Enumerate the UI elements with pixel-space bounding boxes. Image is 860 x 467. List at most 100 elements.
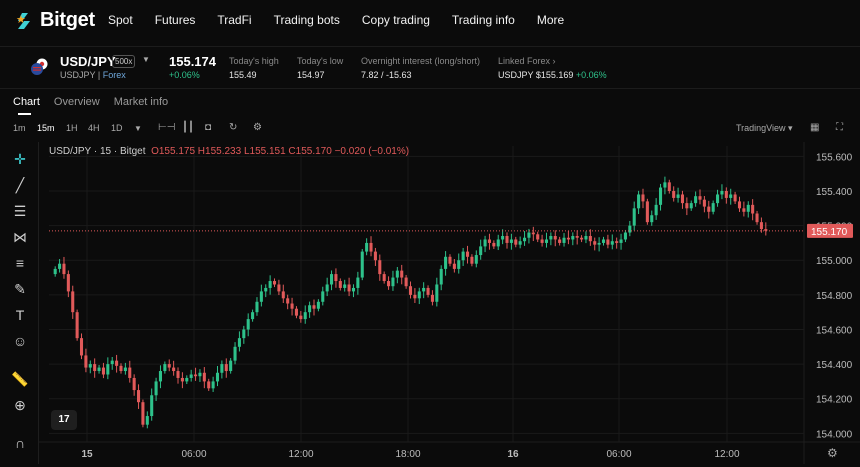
settings-gear-icon[interactable]: ⚙ — [253, 122, 262, 133]
candle-body — [676, 194, 680, 198]
fullscreen-icon[interactable]: ⛶ — [836, 122, 843, 133]
candle-body — [540, 239, 544, 243]
horizontal-lines-icon[interactable]: ☰ — [11, 202, 29, 220]
candle-body — [487, 239, 491, 243]
nav-more[interactable]: More — [537, 13, 564, 27]
candle-body — [404, 277, 408, 287]
reset-icon[interactable]: ↻ — [229, 122, 237, 133]
candle-type-icon[interactable]: ┃┃ — [182, 122, 194, 133]
nav-tradfi[interactable]: TradFi — [217, 13, 251, 27]
x-tick-label: 16 — [507, 449, 519, 460]
candle-body — [351, 287, 356, 292]
candle-body — [492, 242, 496, 247]
ticker-divider — [0, 88, 860, 89]
nav-trading-bots[interactable]: Trading bots — [274, 13, 340, 27]
nav-trading-info[interactable]: Trading info — [452, 13, 515, 27]
candle-body — [601, 239, 606, 243]
linked-forex[interactable]: Linked Forex › USDJPY $155.169 +0.06% — [498, 56, 607, 80]
nav-spot[interactable]: Spot — [108, 13, 133, 27]
y-tick-label: 154.400 — [816, 360, 853, 371]
candle-body — [229, 360, 233, 372]
candle-body — [215, 372, 220, 382]
candle-body — [549, 236, 553, 240]
trend-line-icon[interactable]: ╱ — [11, 176, 29, 194]
last-price-label: 155.170 — [811, 227, 848, 238]
last-price: 155.174 — [169, 54, 216, 69]
candle-body — [277, 284, 281, 292]
candle-body — [479, 246, 483, 256]
candle-body — [176, 371, 180, 378]
candle-body — [58, 263, 62, 269]
text-icon[interactable]: T — [11, 306, 29, 324]
crosshair-icon[interactable]: ✛ — [11, 150, 29, 168]
candle-body — [137, 390, 141, 403]
pattern-icon[interactable]: ⋈ — [11, 228, 29, 246]
candle-body — [286, 298, 290, 304]
pair-name[interactable]: USD/JPY — [60, 54, 116, 69]
y-tick-label: 155.000 — [816, 256, 853, 267]
stat-todays-low: Today's low 154.97 — [297, 56, 343, 80]
tab-market-info[interactable]: Market info — [114, 96, 168, 108]
candle-body — [465, 251, 470, 257]
candle-body — [97, 367, 101, 372]
candle-body — [84, 355, 88, 368]
candle-body — [663, 182, 667, 188]
candle-body — [584, 236, 588, 240]
ruler-icon[interactable]: 📏 — [11, 370, 29, 388]
nav-divider — [0, 46, 860, 47]
timeframe-dropdown-icon[interactable]: ▼ — [134, 124, 142, 133]
candle-body — [641, 194, 645, 202]
tab-overview[interactable]: Overview — [54, 96, 100, 108]
candle-body — [755, 213, 759, 223]
tab-chart[interactable]: Chart — [13, 96, 40, 108]
favorite-star-icon[interactable]: ★ — [16, 13, 26, 26]
candle-body — [654, 204, 658, 216]
timeframe-4h[interactable]: 4H — [88, 123, 100, 133]
candle-body — [66, 274, 70, 292]
brand-name: Bitget — [40, 9, 95, 31]
tradingview-selector[interactable]: TradingView ▾ — [736, 123, 793, 134]
candle-body — [369, 242, 373, 252]
timeframe-15m[interactable]: 15m — [37, 123, 55, 133]
candlestick-chart[interactable]: 155.600155.400155.200155.000154.800154.6… — [39, 142, 860, 464]
candle-body — [53, 268, 57, 275]
candle-body — [496, 239, 500, 247]
stat-todays-high: Today's high 155.49 — [229, 56, 279, 80]
timeframe-1d[interactable]: 1D — [111, 123, 123, 133]
brush-icon[interactable]: ✎ — [11, 280, 29, 298]
candle-body — [610, 241, 614, 245]
candle-body — [264, 287, 268, 292]
layout-grid-icon[interactable]: ▦ — [810, 122, 819, 133]
tradingview-logo-icon[interactable]: 17 — [51, 410, 77, 430]
price-chart[interactable]: 155.600155.400155.200155.000154.800154.6… — [39, 142, 860, 464]
interval-range-icon[interactable]: ⊢⊣ — [158, 122, 175, 133]
chart-settings-icon[interactable]: ⚙ — [827, 446, 838, 460]
candle-body — [597, 242, 601, 245]
emoji-icon[interactable]: ☺ — [11, 332, 29, 350]
candle-body — [259, 291, 263, 302]
candle-body — [294, 308, 298, 316]
candle-body — [150, 395, 154, 417]
nav-copy-trading[interactable]: Copy trading — [362, 13, 430, 27]
timeframe-1m[interactable]: 1m — [13, 123, 26, 133]
y-tick-label: 154.000 — [816, 429, 853, 440]
candle-body — [88, 364, 92, 368]
candle-body — [707, 206, 711, 212]
zoom-in-icon[interactable]: ⊕ — [11, 396, 29, 414]
candle-body — [303, 312, 307, 320]
candle-body — [141, 402, 145, 425]
candle-body — [448, 256, 452, 264]
candle-body — [452, 263, 456, 269]
bitget-logo[interactable]: Bitget — [16, 9, 95, 32]
market-link[interactable]: Forex — [103, 70, 126, 80]
x-tick-label: 12:00 — [288, 449, 313, 460]
nav-futures[interactable]: Futures — [155, 13, 196, 27]
magnet-icon[interactable]: ∩ — [11, 434, 29, 452]
candle-body — [680, 194, 684, 204]
pair-dropdown-icon[interactable]: ▼ — [142, 55, 150, 64]
ohlc-values: O155.175 H155.233 L155.151 C155.170 −0.0… — [151, 146, 410, 157]
camera-icon[interactable]: ◘ — [205, 122, 211, 133]
fib-icon[interactable]: ≡ — [11, 254, 29, 272]
candle-body — [439, 268, 443, 285]
timeframe-1h[interactable]: 1H — [66, 123, 78, 133]
